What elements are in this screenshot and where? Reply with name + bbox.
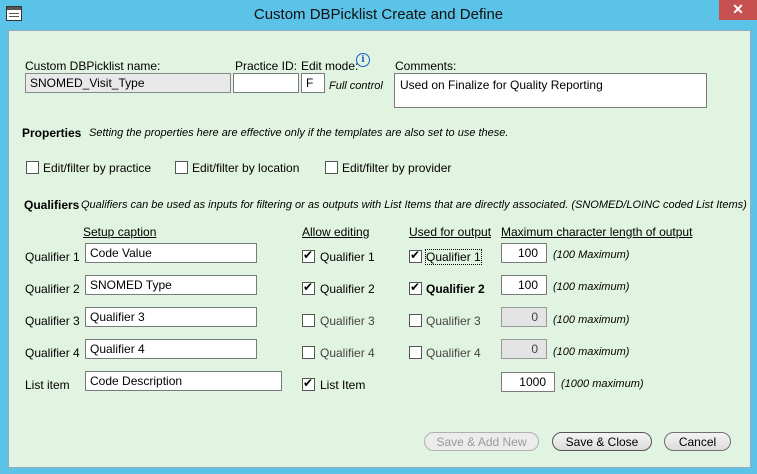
properties-note: Setting the properties here are effectiv… — [89, 127, 509, 139]
qualifier-2-caption[interactable]: SNOMED Type — [85, 275, 257, 295]
edit-mode-description: Full control — [329, 80, 383, 92]
list-item-max-note: (1000 maximum) — [561, 378, 644, 390]
qualifier-1-maxlen[interactable]: 100 — [501, 243, 547, 263]
qualifier-2-max-note: (100 maximum) — [553, 281, 630, 293]
qualifier-4-max-note: (100 maximum) — [553, 346, 630, 358]
comments-label: Comments: — [395, 59, 457, 73]
qualifier-3-label: Qualifier 3 — [25, 314, 80, 328]
list-item-maxlen[interactable]: 1000 — [501, 372, 555, 392]
properties-heading: Properties — [22, 126, 82, 140]
qualifier-3-allow-label: Qualifier 3 — [320, 314, 375, 328]
picklist-name-label: Custom DBPicklist name: — [25, 59, 161, 73]
qualifier-4-label: Qualifier 4 — [25, 346, 80, 360]
close-button[interactable]: ✕ — [719, 0, 757, 20]
qualifier-3-caption[interactable]: Qualifier 3 — [85, 307, 257, 327]
qualifier-4-allow-label: Qualifier 4 — [320, 346, 375, 360]
qualifier-3-allow-checkbox[interactable] — [302, 314, 315, 327]
info-icon[interactable]: i — [356, 53, 370, 67]
qualifiers-heading: Qualifiers — [24, 198, 80, 212]
qualifier-1-caption[interactable]: Code Value — [85, 243, 257, 263]
edit-mode-field[interactable]: F — [301, 73, 325, 93]
qualifier-4-used-checkbox[interactable] — [409, 346, 422, 359]
qualifier-4-caption[interactable]: Qualifier 4 — [85, 339, 257, 359]
qualifier-4-used-label: Qualifier 4 — [426, 346, 481, 360]
filter-practice-label: Edit/filter by practice — [43, 161, 152, 175]
filter-location-label: Edit/filter by location — [192, 161, 300, 175]
qualifier-1-label: Qualifier 1 — [25, 250, 80, 264]
col-used-for-output: Used for output — [409, 225, 492, 239]
qualifier-2-used-checkbox[interactable] — [409, 280, 422, 295]
qualifier-3-used-label: Qualifier 3 — [426, 314, 481, 328]
qualifier-2-used-label: Qualifier 2 — [426, 282, 485, 296]
qualifiers-note: Qualifiers can be used as inputs for fil… — [81, 199, 747, 211]
qualifier-2-maxlen[interactable]: 100 — [501, 275, 547, 295]
qualifier-1-used-checkbox[interactable] — [409, 248, 422, 263]
list-item-label: List item — [25, 378, 70, 392]
qualifier-1-allow-checkbox[interactable] — [302, 248, 315, 263]
checkbox-filter-provider[interactable] — [325, 161, 338, 174]
title-bar: Custom DBPicklist Create and Define ✕ — [0, 0, 757, 30]
qualifier-1-used-label: Qualifier 1 — [425, 249, 482, 265]
checkbox-filter-location[interactable] — [175, 161, 188, 174]
save-add-new-button[interactable]: Save & Add New — [424, 432, 539, 451]
save-close-button[interactable]: Save & Close — [552, 432, 652, 451]
list-item-allow-label: List Item — [320, 378, 366, 392]
qualifier-2-allow-checkbox[interactable] — [302, 280, 315, 295]
cancel-button[interactable]: Cancel — [664, 432, 731, 451]
window-title: Custom DBPicklist Create and Define — [253, 6, 504, 23]
qualifier-2-label: Qualifier 2 — [25, 282, 80, 296]
qualifier-3-maxlen[interactable]: 0 — [501, 307, 547, 327]
col-max-length: Maximum character length of output — [501, 225, 693, 239]
list-item-allow-checkbox[interactable] — [302, 376, 315, 391]
practice-id-label: Practice ID: — [235, 59, 298, 73]
col-setup-caption: Setup caption — [83, 225, 157, 239]
col-allow-editing: Allow editing — [302, 225, 370, 239]
checkbox-filter-practice[interactable] — [26, 161, 39, 174]
qualifier-4-maxlen[interactable]: 0 — [501, 339, 547, 359]
practice-id-field[interactable] — [233, 73, 299, 93]
qualifier-1-allow-label: Qualifier 1 — [320, 250, 375, 264]
filter-provider-label: Edit/filter by provider — [342, 161, 452, 175]
comments-field[interactable]: Used on Finalize for Quality Reporting — [394, 73, 707, 108]
qualifier-4-allow-checkbox[interactable] — [302, 346, 315, 359]
picklist-name-field[interactable]: SNOMED_Visit_Type — [25, 73, 231, 93]
list-item-caption[interactable]: Code Description — [85, 371, 282, 391]
edit-mode-label: Edit mode: — [301, 59, 359, 73]
qualifier-3-used-checkbox[interactable] — [409, 314, 422, 327]
qualifier-2-allow-label: Qualifier 2 — [320, 282, 375, 296]
qualifier-3-max-note: (100 maximum) — [553, 314, 630, 326]
dialog-body: Custom DBPicklist name: Practice ID: Edi… — [8, 30, 751, 468]
qualifier-1-max-note: (100 Maximum) — [553, 249, 630, 261]
